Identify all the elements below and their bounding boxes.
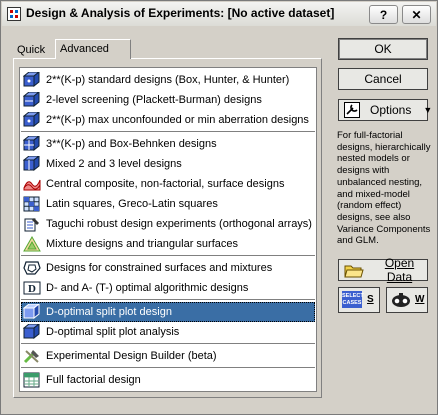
factorial-cube-icon: [23, 112, 41, 128]
factorial-cube-icon: [23, 72, 41, 88]
weights-button[interactable]: W: [386, 287, 428, 313]
list-item-label: 2**(K-p) standard designs (Box, Hunter, …: [46, 74, 290, 86]
list-item-label: Taguchi robust design experiments (ortho…: [46, 218, 312, 230]
latin-square-icon: [23, 196, 41, 212]
ok-button[interactable]: OK: [338, 38, 428, 60]
dialog-window: Design & Analysis of Experiments: [No ac…: [0, 0, 438, 415]
help-text: For full-factorial designs, hierarchical…: [337, 130, 431, 247]
app-icon: [7, 7, 21, 21]
help-button[interactable]: ?: [369, 5, 398, 24]
list-item[interactable]: 2**(K-p) standard designs (Box, Hunter, …: [21, 70, 315, 90]
list-item-label: 3**(K-p) and Box-Behnken designs: [46, 138, 217, 150]
close-button[interactable]: ✕: [402, 5, 431, 24]
select-cases-key: S: [367, 294, 374, 305]
select-cases-top-label: SELECT: [342, 293, 364, 299]
list-item-label: 2-level screening (Plackett-Burman) desi…: [46, 94, 262, 106]
three-level-icon: [23, 136, 41, 152]
weights-key: W: [415, 294, 425, 305]
tab-advanced[interactable]: Advanced: [55, 39, 131, 59]
mixture-icon: [23, 236, 41, 252]
list-item[interactable]: Latin squares, Greco-Latin squares: [21, 194, 315, 214]
design-list[interactable]: 2**(K-p) standard designs (Box, Hunter, …: [19, 67, 317, 392]
list-item[interactable]: Full factorial design: [21, 370, 315, 390]
list-item-label: D-optimal split plot analysis: [46, 326, 180, 338]
open-data-button[interactable]: Open Data: [338, 256, 428, 284]
select-cases-bottom-label: CASES: [342, 300, 362, 306]
list-item-label: Experimental Design Builder (beta): [46, 350, 217, 362]
d-optimal-icon: D: [23, 280, 41, 296]
split-plot-icon: [23, 324, 41, 340]
list-item[interactable]: Experimental Design Builder (beta): [21, 346, 315, 366]
select-cases-icon: SELECT CASES: [342, 291, 364, 308]
screening-icon: [23, 92, 41, 108]
svg-text:D: D: [28, 283, 36, 295]
list-divider: [21, 299, 315, 300]
list-item[interactable]: Mixture designs and triangular surfaces: [21, 234, 315, 254]
list-item[interactable]: Taguchi robust design experiments (ortho…: [21, 214, 315, 234]
title-bar: Design & Analysis of Experiments: [No ac…: [2, 2, 436, 26]
window-title: Design & Analysis of Experiments: [No ac…: [26, 6, 335, 20]
list-item[interactable]: 2**(K-p) max unconfounded or min aberrat…: [21, 110, 315, 130]
taguchi-icon: [23, 216, 41, 232]
list-item-label: Mixture designs and triangular surfaces: [46, 238, 238, 250]
cancel-button[interactable]: Cancel: [338, 68, 428, 90]
list-item[interactable]: D-optimal split plot analysis: [21, 322, 315, 342]
list-item-label: Designs for constrained surfaces and mix…: [46, 262, 273, 274]
open-data-label: Open Data: [384, 256, 415, 284]
builder-tools-icon: [23, 348, 41, 364]
folder-icon: [344, 262, 364, 278]
options-button[interactable]: Options ▼: [338, 99, 432, 121]
list-divider: [21, 131, 315, 132]
list-item-label: Mixed 2 and 3 level designs: [46, 158, 182, 170]
list-item-label: D- and A- (T-) optimal algorithmic desig…: [46, 282, 249, 294]
list-item[interactable]: Mixed 2 and 3 level designs: [21, 154, 315, 174]
list-item[interactable]: D D- and A- (T-) optimal algorithmic des…: [21, 278, 315, 298]
chevron-down-icon: ▼: [423, 105, 433, 115]
select-cases-button[interactable]: SELECT CASES S: [338, 287, 380, 313]
list-divider: [21, 367, 315, 368]
list-item[interactable]: Designs for constrained surfaces and mix…: [21, 258, 315, 278]
list-item[interactable]: D-optimal split plot design: [21, 302, 315, 322]
list-item-label: Latin squares, Greco-Latin squares: [46, 198, 218, 210]
list-item[interactable]: 3**(K-p) and Box-Behnken designs: [21, 134, 315, 154]
weights-icon: [391, 292, 411, 308]
list-item[interactable]: Central composite, non-factorial, surfac…: [21, 174, 315, 194]
list-item-label: D-optimal split plot design: [46, 306, 172, 318]
mixed-level-icon: [23, 156, 41, 172]
full-factorial-icon: [23, 372, 41, 388]
options-label: Options: [370, 103, 412, 117]
split-plot-icon: [23, 304, 41, 320]
list-divider: [21, 255, 315, 256]
surface-icon: [23, 176, 41, 192]
list-item-label: Full factorial design: [46, 374, 141, 386]
list-item-label: Central composite, non-factorial, surfac…: [46, 178, 285, 190]
constrained-icon: [23, 260, 41, 276]
options-icon: [344, 102, 360, 118]
list-divider: [21, 343, 315, 344]
list-item[interactable]: 2-level screening (Plackett-Burman) desi…: [21, 90, 315, 110]
list-item-label: 2**(K-p) max unconfounded or min aberrat…: [46, 114, 309, 126]
